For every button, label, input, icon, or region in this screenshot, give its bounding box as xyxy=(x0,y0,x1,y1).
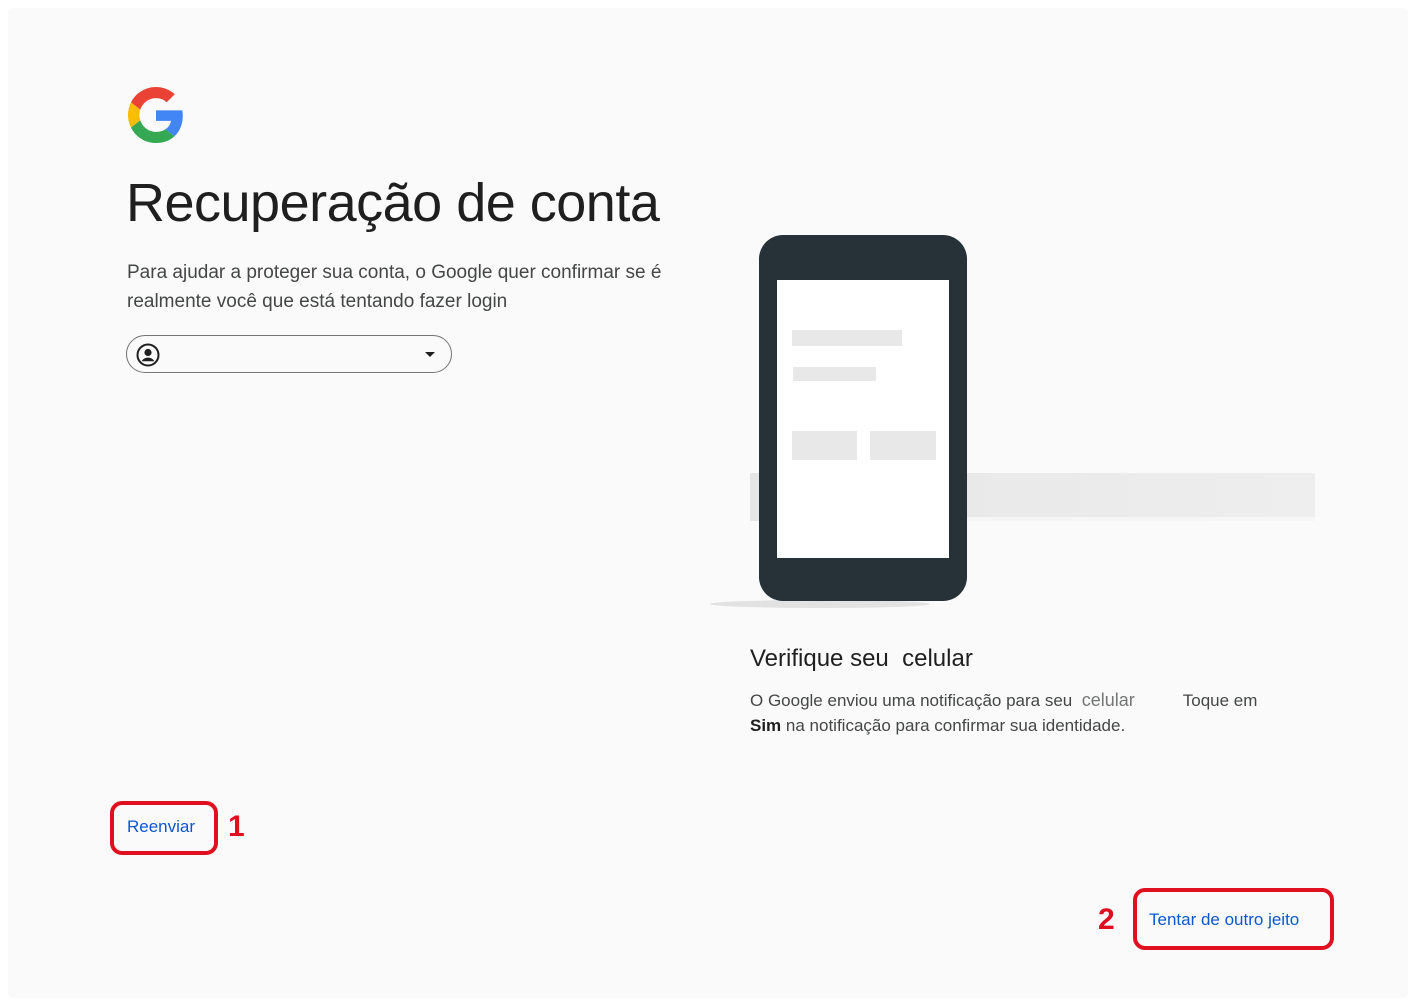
highlight-marker-1: 1 xyxy=(228,810,245,843)
account-selector[interactable] xyxy=(126,335,452,373)
verify-text-part2: Toque em xyxy=(1182,691,1258,710)
highlight-box-2 xyxy=(1133,888,1334,950)
verify-text-part3: na notificação para confirmar sua identi… xyxy=(785,716,1126,735)
verify-text-device: celular xyxy=(1081,690,1135,710)
phone-illustration xyxy=(710,235,1315,608)
phone-screen xyxy=(777,280,949,558)
verify-description: O Google enviou uma notificação para seu… xyxy=(750,688,1310,738)
arrow-drop-down-icon xyxy=(425,352,435,357)
verify-text-part1: O Google enviou uma notificação para seu xyxy=(750,691,1073,710)
page-subtitle: Para ajudar a proteger sua conta, o Goog… xyxy=(127,262,662,312)
verify-text-bold: Sim xyxy=(750,716,782,735)
verify-heading-device: celular xyxy=(902,645,973,672)
verify-heading: Verifique seu celular xyxy=(750,645,973,673)
page-title: Recuperação de conta xyxy=(126,173,660,233)
phone-shadow xyxy=(710,600,930,608)
account-circle-icon xyxy=(136,343,160,367)
highlight-box-1 xyxy=(110,801,218,855)
verify-heading-part1: Verifique seu xyxy=(750,645,889,672)
google-logo-icon xyxy=(128,87,183,143)
highlight-marker-2: 2 xyxy=(1098,903,1115,936)
